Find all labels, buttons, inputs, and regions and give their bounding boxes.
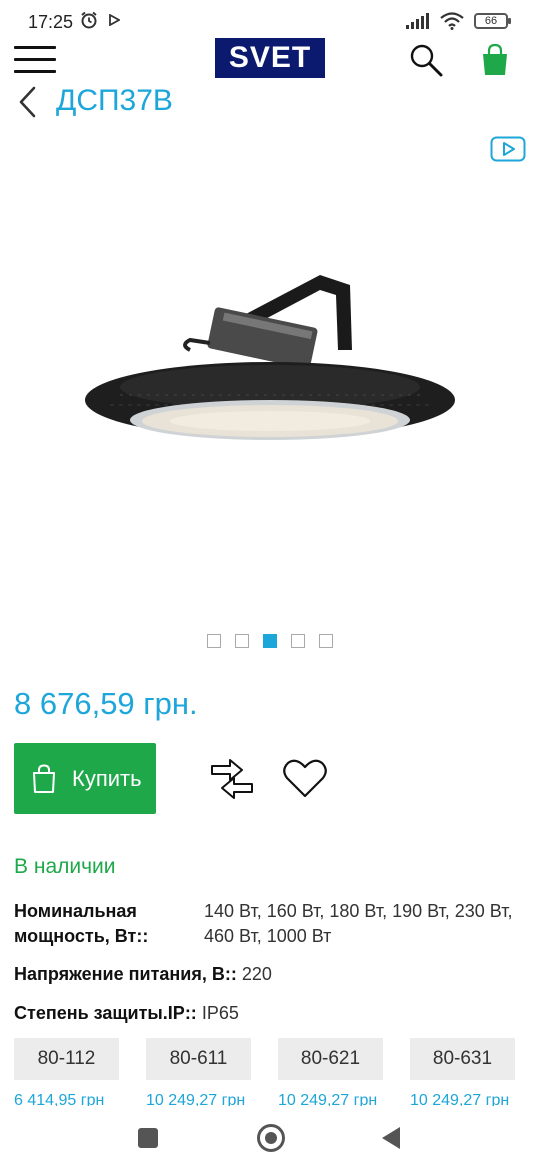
variant-price: 10 249,27 грн bbox=[278, 1092, 378, 1106]
compare-icon[interactable] bbox=[208, 758, 256, 800]
status-time: 17:25 bbox=[28, 12, 74, 32]
menu-icon-bar bbox=[14, 58, 56, 61]
back-arrow-icon[interactable] bbox=[14, 84, 44, 120]
variant-item[interactable]: 80-631 10 249,27 грн bbox=[410, 1038, 515, 1106]
menu-icon-bar bbox=[14, 46, 56, 49]
spec-row: Степень защиты.IP:: IP65 bbox=[14, 1001, 239, 1026]
stock-status: В наличии bbox=[14, 855, 116, 878]
variant-code[interactable]: 80-631 bbox=[410, 1038, 515, 1080]
variant-item[interactable]: 80-112 6 414,95 грн bbox=[14, 1038, 119, 1106]
pager-dot[interactable] bbox=[291, 634, 305, 648]
shopping-bag-icon bbox=[33, 763, 55, 793]
app-header: SVET bbox=[0, 36, 540, 86]
menu-button[interactable] bbox=[14, 46, 56, 76]
variant-code[interactable]: 80-112 bbox=[14, 1038, 119, 1080]
heart-icon[interactable] bbox=[282, 758, 328, 800]
status-bar: 17:25 66 bbox=[0, 0, 540, 40]
status-icons-left bbox=[80, 11, 120, 29]
variant-item[interactable]: 80-611 10 249,27 грн bbox=[146, 1038, 251, 1106]
logo[interactable]: SVET bbox=[215, 38, 325, 78]
search-icon[interactable] bbox=[408, 42, 444, 78]
battery-icon: 66 bbox=[474, 13, 511, 29]
gallery-pager bbox=[207, 634, 333, 648]
variant-code[interactable]: 80-611 bbox=[146, 1038, 251, 1080]
status-icons-right: 66 bbox=[406, 12, 511, 30]
spec-key: Напряжение питания, В:: bbox=[14, 964, 237, 984]
alarm-icon bbox=[81, 11, 97, 29]
variant-item[interactable]: 80-621 10 249,27 грн bbox=[278, 1038, 383, 1106]
spec-value: 220 bbox=[241, 964, 272, 984]
video-play-icon[interactable] bbox=[490, 136, 526, 162]
spec-value: IP65 bbox=[201, 1003, 239, 1023]
spec-row: Напряжение питания, В:: 220 bbox=[14, 962, 272, 987]
wifi-icon bbox=[440, 12, 464, 30]
buy-button-label: Купить bbox=[72, 765, 142, 791]
variant-price: 10 249,27 грн bbox=[146, 1092, 246, 1106]
home-icon[interactable] bbox=[257, 1124, 285, 1152]
variant-price: 6 414,95 грн bbox=[14, 1092, 105, 1106]
pager-dot-active[interactable] bbox=[263, 634, 277, 648]
signal-icon bbox=[406, 13, 429, 29]
spec-value: 140 Вт, 160 Вт, 180 Вт, 190 Вт, 230 Вт, … bbox=[204, 901, 513, 946]
recent-apps-icon[interactable] bbox=[138, 1128, 158, 1148]
cart-icon[interactable] bbox=[480, 44, 510, 76]
buy-button[interactable]: Купить bbox=[14, 743, 156, 814]
pager-dot[interactable] bbox=[319, 634, 333, 648]
spec-key: Степень защиты.IP:: bbox=[14, 1003, 197, 1023]
product-image[interactable] bbox=[80, 255, 460, 475]
product-price: 8 676,59 грн. bbox=[14, 686, 198, 721]
pager-dot[interactable] bbox=[235, 634, 249, 648]
menu-icon-bar bbox=[14, 70, 56, 73]
variant-code[interactable]: 80-621 bbox=[278, 1038, 383, 1080]
spec-key: Номинальная мощность, Вт:: bbox=[14, 901, 149, 946]
variant-price: 10 249,27 грн bbox=[410, 1092, 510, 1106]
variant-list: 80-112 6 414,95 грн 80-611 10 249,27 грн… bbox=[14, 1038, 515, 1106]
pager-dot[interactable] bbox=[207, 634, 221, 648]
page-title: ДСП37В bbox=[56, 84, 173, 117]
system-nav-bar bbox=[0, 1106, 540, 1170]
play-icon bbox=[109, 14, 120, 26]
system-back-icon[interactable] bbox=[382, 1127, 400, 1149]
